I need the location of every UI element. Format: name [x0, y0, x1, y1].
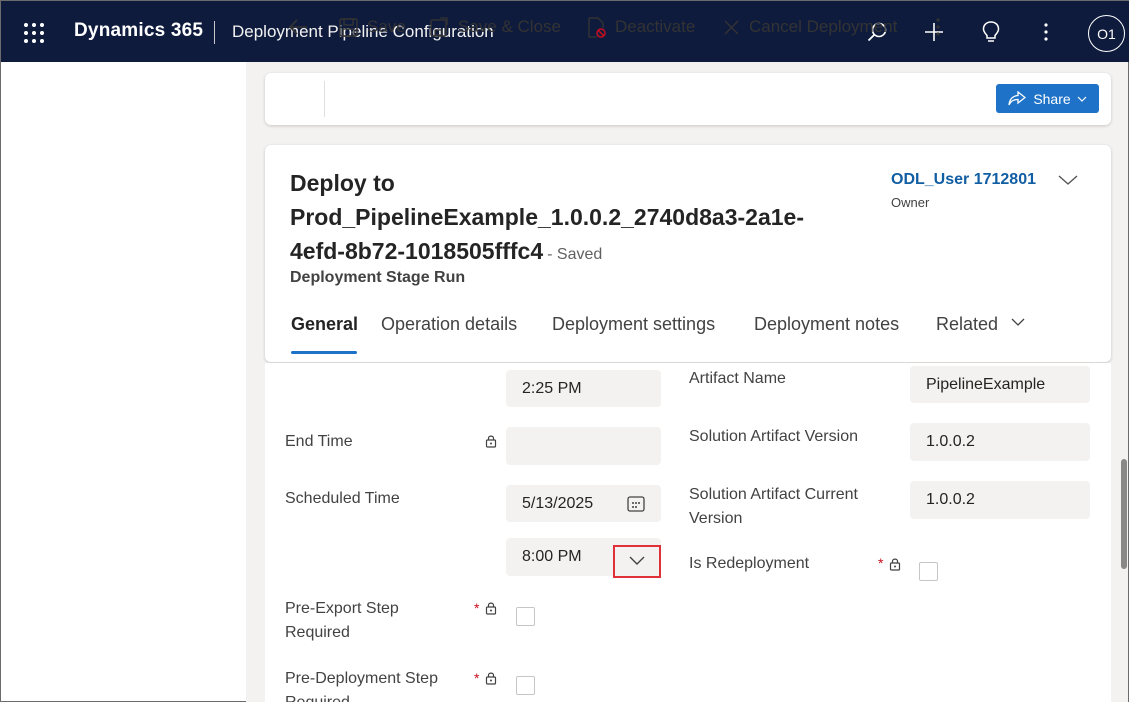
- redeployment-checkbox[interactable]: [919, 562, 938, 581]
- pre-deployment-checkbox[interactable]: [516, 676, 535, 695]
- pre-export-checkbox[interactable]: [516, 607, 535, 626]
- scheduled-date-field[interactable]: 5/13/2025: [506, 485, 661, 522]
- solution-version-field[interactable]: 1.0.0.2: [910, 423, 1090, 461]
- record-title-line: Deploy to: [290, 170, 395, 196]
- user-avatar[interactable]: O1: [1088, 15, 1125, 52]
- lock-icon: [889, 558, 901, 571]
- owner-link[interactable]: ODL_User 1712801: [891, 171, 1036, 189]
- owner-label: Owner: [891, 195, 930, 210]
- close-icon: [724, 20, 739, 34]
- more-vertical-icon: [936, 18, 940, 36]
- scheduled-time-label: Scheduled Time: [285, 490, 400, 507]
- record-title-line: 4efd-8b72-1018505fffc4- Saved: [290, 234, 850, 272]
- scrollbar-thumb[interactable]: [1121, 459, 1127, 569]
- record-title-line-text: 4efd-8b72-1018505fffc4: [290, 238, 544, 264]
- current-version-label: Solution Artifact Current Version: [689, 483, 858, 531]
- deactivate-label: Deactivate: [615, 17, 696, 36]
- share-icon: [1008, 90, 1027, 105]
- chevron-down-icon: [1077, 96, 1087, 102]
- tab-related[interactable]: Related: [936, 314, 1025, 335]
- current-version-label-line: Solution Artifact Current: [689, 486, 858, 503]
- artifact-name-field[interactable]: PipelineExample: [910, 366, 1090, 403]
- save-button[interactable]: Save: [339, 15, 406, 39]
- active-tab-indicator: [291, 351, 357, 354]
- pre-export-label-line: Required: [285, 624, 350, 641]
- scheduled-date-value: 5/13/2025: [522, 494, 594, 512]
- current-version-field[interactable]: 1.0.0.2: [910, 481, 1090, 519]
- record-title: Deploy to Prod_PipelineExample_1.0.0.2_2…: [290, 166, 850, 272]
- required-marker: *: [474, 600, 480, 616]
- redeployment-label: Is Redeployment: [689, 555, 810, 572]
- calendar-icon[interactable]: [627, 495, 645, 513]
- header-expand-chevron-icon[interactable]: [1057, 173, 1079, 192]
- app-launcher-icon[interactable]: [24, 23, 44, 43]
- artifact-name-label: Artifact Name: [689, 370, 786, 387]
- current-version-label-line: Version: [689, 510, 743, 527]
- save-icon: [339, 17, 358, 37]
- deactivate-button[interactable]: Deactivate: [587, 15, 695, 39]
- pre-deployment-label-line: Required: [285, 691, 438, 702]
- pre-deployment-label: Pre-Deployment Step Required: [285, 667, 438, 702]
- cancel-deployment-label: Cancel Deployment: [749, 17, 898, 36]
- pre-export-label: Pre-Export Step Required: [285, 597, 399, 645]
- more-options-icon[interactable]: [1033, 19, 1059, 45]
- save-close-button[interactable]: Save & Close: [430, 15, 561, 39]
- lock-icon: [485, 602, 497, 615]
- general-form-section: [265, 363, 1111, 702]
- lightbulb-icon[interactable]: [978, 19, 1004, 45]
- tab-deployment-settings[interactable]: Deployment settings: [552, 314, 715, 335]
- share-button[interactable]: Share: [996, 84, 1099, 113]
- cancel-deployment-button[interactable]: Cancel Deployment: [723, 15, 897, 39]
- title-divider: [214, 21, 215, 44]
- command-bar: [265, 73, 1111, 125]
- tab-deployment-notes[interactable]: Deployment notes: [754, 314, 899, 335]
- tab-general[interactable]: General: [291, 314, 358, 335]
- entity-name: Deployment Stage Run: [290, 269, 466, 286]
- back-button[interactable]: [287, 15, 318, 39]
- tab-operation-details[interactable]: Operation details: [381, 314, 517, 335]
- end-time-label: End Time: [285, 433, 353, 450]
- solution-version-label: Solution Artifact Version: [689, 428, 858, 445]
- pre-deployment-label-line: Pre-Deployment Step: [285, 670, 438, 687]
- start-time-field[interactable]: 2:25 PM: [506, 370, 661, 407]
- save-close-label: Save & Close: [458, 17, 561, 36]
- required-marker: *: [878, 555, 884, 571]
- chevron-down-icon: [1011, 318, 1025, 326]
- share-label: Share: [1033, 90, 1071, 107]
- scheduled-time-value: 8:00 PM: [522, 548, 582, 565]
- time-dropdown-button[interactable]: [613, 545, 661, 578]
- top-nav-bar: Dynamics 365 Deployment Pipeline Configu…: [1, 1, 1129, 62]
- command-overflow-button[interactable]: [935, 15, 950, 39]
- deactivate-icon: [588, 16, 606, 38]
- lock-icon: [485, 672, 497, 685]
- save-close-icon: [430, 17, 448, 37]
- app-name[interactable]: Dynamics 365: [74, 20, 203, 42]
- end-time-field[interactable]: [506, 427, 661, 465]
- command-separator: [324, 81, 325, 117]
- lock-icon: [485, 435, 497, 448]
- chevron-down-icon: [629, 556, 645, 565]
- tab-related-label: Related: [936, 314, 999, 334]
- required-marker: *: [474, 670, 480, 686]
- record-title-line: Prod_PipelineExample_1.0.0.2_2740d8a3-2a…: [290, 204, 804, 230]
- saved-status: - Saved: [547, 246, 603, 263]
- save-label: Save: [367, 17, 406, 36]
- pre-export-label-line: Pre-Export Step: [285, 600, 399, 617]
